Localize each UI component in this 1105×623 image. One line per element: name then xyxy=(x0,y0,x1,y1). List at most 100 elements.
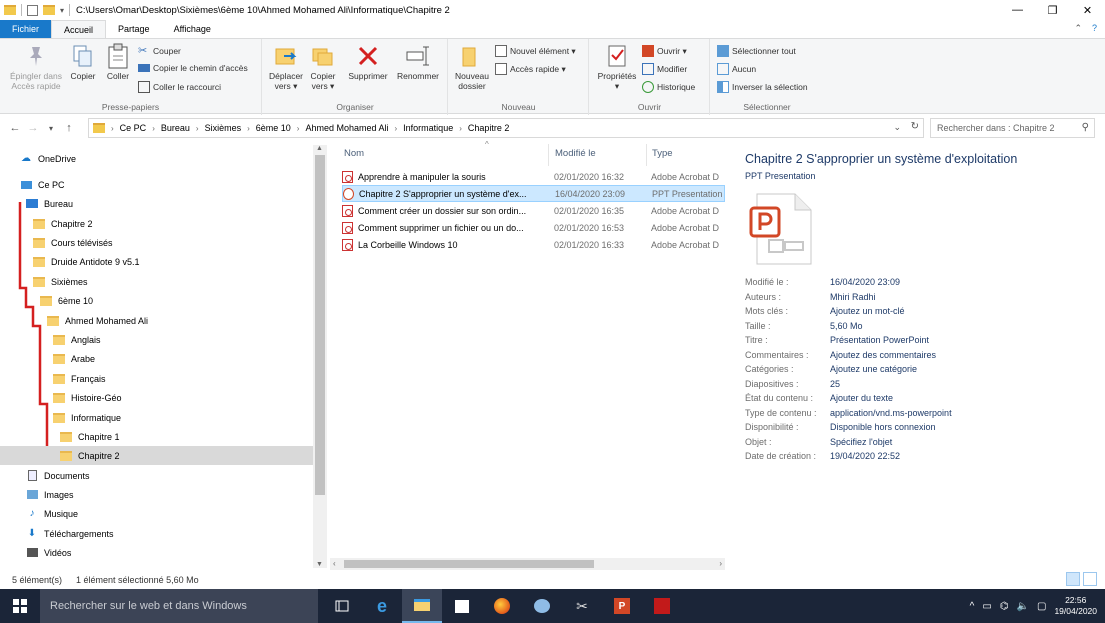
ribbon-collapse-icon[interactable]: ⌃ xyxy=(1074,23,1082,34)
help-icon[interactable]: ? xyxy=(1092,23,1097,34)
scrollbar-thumb[interactable] xyxy=(344,560,594,568)
nav-item-musique[interactable]: ♪ Musique xyxy=(0,504,313,523)
scrollbar-thumb[interactable] xyxy=(315,155,325,495)
chevron-right-icon[interactable]: › xyxy=(395,124,398,133)
volume-icon[interactable]: 🔈 xyxy=(1017,601,1029,612)
nav-item-chapitre-1[interactable]: Chapitre 1 xyxy=(0,427,313,446)
minimize-button[interactable]: — xyxy=(1000,0,1035,20)
nav-item-documents[interactable]: Documents xyxy=(0,466,313,485)
firefox-icon[interactable] xyxy=(482,589,522,623)
tab-partage[interactable]: Partage xyxy=(106,20,162,38)
scroll-right-icon[interactable]: › xyxy=(719,559,722,568)
file-row[interactable]: Comment créer un dossier sur son ordin..… xyxy=(342,202,725,219)
new-folder-button[interactable]: Nouveau dossier xyxy=(451,43,493,91)
powerpoint-icon[interactable]: P xyxy=(602,589,642,623)
nav-item-francais[interactable]: Français xyxy=(0,369,313,388)
nav-item-histoire-geo[interactable]: Histoire-Géo xyxy=(0,388,313,407)
recent-locations-chevron-icon[interactable]: ▾ xyxy=(42,124,60,133)
new-folder-qa-icon[interactable] xyxy=(43,5,55,15)
copy-path-button[interactable]: Copier le chemin d'accès xyxy=(138,63,248,73)
chevron-right-icon[interactable]: › xyxy=(247,124,250,133)
file-row[interactable]: Apprendre à manipuler la souris 02/01/20… xyxy=(342,168,725,185)
nav-item-telechargements[interactable]: ⬇ Téléchargements xyxy=(0,524,313,543)
file-row-selected[interactable]: Chapitre 2 S'approprier un système d'ex.… xyxy=(342,185,725,202)
scroll-up-icon[interactable]: ▲ xyxy=(316,145,323,152)
column-header-modified[interactable]: Modifié le xyxy=(555,148,596,159)
nav-item-bureau[interactable]: Bureau xyxy=(0,194,313,213)
properties-qa-icon[interactable] xyxy=(27,4,38,16)
breadcrumb-item[interactable]: Ahmed Mohamed Ali xyxy=(305,123,388,133)
clock[interactable]: 22:56 19/04/2020 xyxy=(1054,595,1097,617)
breadcrumb-item[interactable]: Sixièmes xyxy=(205,123,242,133)
chevron-right-icon[interactable]: › xyxy=(152,124,155,133)
select-all-button[interactable]: Sélectionner tout xyxy=(717,45,796,57)
navigation-scrollbar[interactable]: ▲ ▼ xyxy=(313,145,327,568)
nav-item-druide-antidote[interactable]: Druide Antidote 9 v5.1 xyxy=(0,252,313,271)
paint-icon[interactable] xyxy=(522,589,562,623)
new-item-button[interactable]: Nouvel élément ▾ xyxy=(495,45,576,57)
search-input[interactable]: Rechercher dans : Chapitre 2 ⚲ xyxy=(930,118,1095,138)
invert-selection-button[interactable]: Inverser la sélection xyxy=(717,81,808,93)
notifications-icon[interactable]: ▢ xyxy=(1037,601,1046,612)
scroll-left-icon[interactable]: ‹ xyxy=(333,559,336,568)
store-icon[interactable] xyxy=(442,589,482,623)
details-view-icon[interactable] xyxy=(1066,572,1080,586)
battery-icon[interactable]: ▭ xyxy=(982,601,991,612)
history-button[interactable]: Historique xyxy=(642,81,695,93)
show-hidden-icons-chevron-icon[interactable]: ^ xyxy=(970,601,975,612)
cut-button[interactable]: ✂ Couper xyxy=(138,45,181,57)
snipping-tool-icon[interactable]: ✂ xyxy=(562,589,602,623)
windows-start-icon[interactable] xyxy=(0,589,40,623)
file-explorer-icon[interactable] xyxy=(402,589,442,623)
up-arrow-icon[interactable]: ↑ xyxy=(60,122,78,134)
nav-item-informatique[interactable]: Informatique xyxy=(0,408,313,427)
nav-item-6eme-10[interactable]: 6ème 10 xyxy=(0,291,313,310)
refresh-icon[interactable]: ↻ xyxy=(911,121,919,132)
chevron-right-icon[interactable]: › xyxy=(111,124,114,133)
file-row[interactable]: Comment supprimer un fichier ou un do...… xyxy=(342,219,725,236)
taskbar-search-input[interactable]: Rechercher sur le web et dans Windows xyxy=(40,589,318,623)
pin-quick-access-button[interactable]: Épingler dans Accès rapide xyxy=(6,43,66,91)
rename-button[interactable]: Renommer xyxy=(395,43,441,81)
tab-affichage[interactable]: Affichage xyxy=(162,20,223,38)
breadcrumb-item[interactable]: Informatique xyxy=(403,123,453,133)
chevron-right-icon[interactable]: › xyxy=(297,124,300,133)
acrobat-reader-icon[interactable] xyxy=(642,589,682,623)
breadcrumb-item[interactable]: Ce PC xyxy=(120,123,147,133)
paste-shortcut-button[interactable]: Coller le raccourci xyxy=(138,81,221,93)
address-bar[interactable]: › Ce PC › Bureau › Sixièmes › 6ème 10 › … xyxy=(88,118,924,138)
nav-item-sixiemes[interactable]: Sixièmes xyxy=(0,272,313,291)
network-icon[interactable]: ⌬ xyxy=(1000,601,1009,612)
nav-item-chapitre-2[interactable]: Chapitre 2 xyxy=(0,446,313,465)
address-dropdown-icon[interactable]: ⌄ xyxy=(893,122,901,133)
move-to-button[interactable]: Déplacer vers ▾ xyxy=(267,43,305,91)
task-view-icon[interactable] xyxy=(322,589,362,623)
tab-fichier[interactable]: Fichier xyxy=(0,20,52,38)
nav-item-ce-pc[interactable]: Ce PC xyxy=(0,175,313,194)
nav-item-images[interactable]: Images xyxy=(0,485,313,504)
nav-item-anglais[interactable]: Anglais xyxy=(0,330,313,349)
forward-arrow-icon[interactable]: → xyxy=(24,122,42,134)
paste-button[interactable]: Coller xyxy=(103,43,133,81)
nav-item-ahmed-mohamed-ali[interactable]: Ahmed Mohamed Ali xyxy=(0,311,313,330)
chevron-right-icon[interactable]: › xyxy=(459,124,462,133)
select-none-button[interactable]: Aucun xyxy=(717,63,756,75)
edit-button[interactable]: Modifier xyxy=(642,63,687,75)
column-header-type[interactable]: Type xyxy=(652,148,673,159)
breadcrumb-item[interactable]: Chapitre 2 xyxy=(468,123,510,133)
tab-accueil[interactable]: Accueil xyxy=(51,20,107,38)
copy-button[interactable]: Copier xyxy=(68,43,98,81)
qa-dropdown-icon[interactable]: ▾ xyxy=(60,6,64,15)
nav-item-onedrive[interactable]: ☁ OneDrive xyxy=(0,149,313,168)
column-header-name[interactable]: Nom xyxy=(344,148,364,159)
maximize-button[interactable]: ❐ xyxy=(1035,0,1070,20)
chevron-right-icon[interactable]: › xyxy=(196,124,199,133)
edge-browser-icon[interactable]: e xyxy=(362,589,402,623)
copy-to-button[interactable]: Copier vers ▾ xyxy=(307,43,339,91)
close-button[interactable]: ✕ xyxy=(1070,0,1105,20)
breadcrumb-item[interactable]: 6ème 10 xyxy=(256,123,291,133)
nav-item-chapitre-2-desktop[interactable]: Chapitre 2 xyxy=(0,214,313,233)
open-button[interactable]: Ouvrir ▾ xyxy=(642,45,687,57)
delete-button[interactable]: Supprimer xyxy=(345,43,391,81)
large-icons-view-icon[interactable] xyxy=(1083,572,1097,586)
